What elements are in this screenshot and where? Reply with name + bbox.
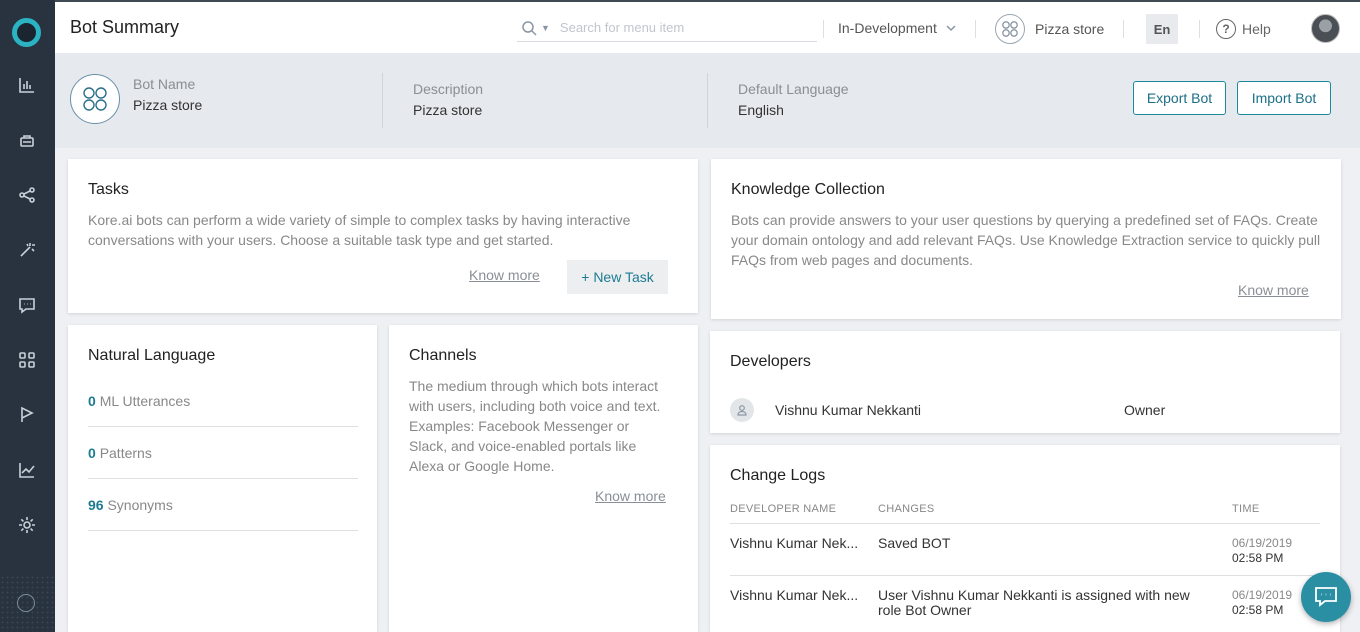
default-language-field: Default Language English xyxy=(738,81,849,118)
stat-label: ML Utterances xyxy=(99,393,191,409)
analytics-icon[interactable] xyxy=(16,459,38,481)
channels-know-more-link[interactable]: Know more xyxy=(595,488,666,504)
knowledge-know-more-link[interactable]: Know more xyxy=(1238,282,1309,298)
apps-grid-icon[interactable] xyxy=(16,349,38,371)
left-navigation xyxy=(0,0,55,632)
caret-down-icon[interactable]: ▼ xyxy=(541,23,550,33)
bot-avatar-icon xyxy=(70,74,120,124)
divider xyxy=(382,73,383,128)
stat-count: 0 xyxy=(88,393,96,409)
bot-selector[interactable]: Pizza store xyxy=(995,14,1104,44)
summary-chart-icon[interactable] xyxy=(16,74,38,96)
default-language-value: English xyxy=(738,102,784,118)
divider xyxy=(975,20,976,38)
log-change: Saved BOT xyxy=(878,535,951,551)
page-title: Bot Summary xyxy=(70,17,180,37)
column-header-changes: CHANGES xyxy=(878,503,935,515)
bot-icon xyxy=(995,14,1025,44)
divider xyxy=(707,73,708,128)
bot-name-value: Pizza store xyxy=(133,97,203,113)
bot-selector-name: Pizza store xyxy=(1035,21,1105,37)
stat-count: 0 xyxy=(88,445,96,461)
log-time: 06/19/2019 02:58 PM xyxy=(1232,588,1292,618)
search-icon xyxy=(522,20,537,36)
developer-row: Vishnu Kumar Nekkanti Owner xyxy=(730,395,1320,425)
bot-name-label: Bot Name xyxy=(133,76,196,92)
divider xyxy=(823,20,824,38)
help-icon: ? xyxy=(1216,19,1236,39)
divider xyxy=(1123,20,1124,38)
stat-label: Patterns xyxy=(99,445,152,461)
log-developer: Vishnu Kumar Nek... xyxy=(730,535,859,551)
knowledge-collection-card: Knowledge Collection Bots can provide an… xyxy=(711,159,1341,319)
chat-bubble-icon xyxy=(1315,587,1337,607)
channels-description: The medium through which bots interact w… xyxy=(409,378,661,474)
stat-synonyms[interactable]: 96 Synonyms xyxy=(88,479,358,531)
bot-builder-icon[interactable] xyxy=(16,129,38,151)
magic-wand-icon[interactable] xyxy=(16,239,38,261)
log-developer: Vishnu Kumar Nek... xyxy=(730,587,859,603)
developers-card: Developers Vishnu Kumar Nekkanti Owner xyxy=(710,331,1340,433)
change-logs-title: Change Logs xyxy=(730,467,826,484)
flag-icon[interactable] xyxy=(16,404,38,426)
stat-ml-utterances[interactable]: 0 ML Utterances xyxy=(88,375,358,427)
channels-card: Channels The medium through which bots i… xyxy=(389,325,698,632)
tasks-know-more-link[interactable]: Know more xyxy=(469,267,540,283)
search-input[interactable] xyxy=(559,20,800,35)
stat-label: Synonyms xyxy=(107,497,173,513)
kore-logo-icon[interactable] xyxy=(12,18,41,47)
help-link[interactable]: ? Help xyxy=(1216,19,1271,39)
table-divider xyxy=(730,575,1320,576)
chat-support-button[interactable] xyxy=(1301,572,1351,622)
log-date: 06/19/2019 xyxy=(1232,536,1293,550)
description-field: Description Pizza store xyxy=(413,81,483,118)
knowledge-description: Bots can provide answers to your user qu… xyxy=(731,212,1321,268)
natural-language-title: Natural Language xyxy=(88,347,216,364)
column-header-time: TIME xyxy=(1232,503,1260,515)
natural-language-card: Natural Language 0 ML Utterances 0 Patte… xyxy=(68,325,377,632)
chevron-down-icon xyxy=(946,25,956,32)
stat-count: 96 xyxy=(88,497,104,513)
language-toggle[interactable]: En xyxy=(1146,14,1178,44)
chat-icon[interactable] xyxy=(16,294,38,316)
log-clock: 02:58 PM xyxy=(1232,551,1284,565)
tasks-card: Tasks Kore.ai bots can perform a wide va… xyxy=(68,159,698,313)
log-clock: 02:58 PM xyxy=(1232,603,1284,617)
bot-name-field: Bot Name Pizza store xyxy=(133,76,202,113)
default-language-label: Default Language xyxy=(738,81,849,97)
table-divider xyxy=(730,523,1320,524)
help-label: Help xyxy=(1242,21,1271,37)
user-icon xyxy=(730,398,754,422)
tasks-title: Tasks xyxy=(88,181,129,198)
top-bar: Bot Summary ▼ In-Development Pizza store… xyxy=(55,0,1360,53)
menu-search[interactable]: ▼ xyxy=(517,14,817,42)
log-time: 06/19/2019 02:58 PM xyxy=(1232,536,1292,566)
tasks-description: Kore.ai bots can perform a wide variety … xyxy=(88,212,631,248)
export-bot-button[interactable]: Export Bot xyxy=(1133,81,1226,115)
knowledge-title: Knowledge Collection xyxy=(731,181,885,198)
environment-dropdown[interactable]: In-Development xyxy=(838,20,957,36)
description-label: Description xyxy=(413,81,484,97)
description-value: Pizza store xyxy=(413,102,483,118)
flows-icon[interactable] xyxy=(16,184,38,206)
settings-gear-icon[interactable] xyxy=(16,514,38,536)
user-avatar[interactable] xyxy=(1311,14,1340,43)
environment-label: In-Development xyxy=(838,20,937,36)
log-date: 06/19/2019 xyxy=(1232,588,1293,602)
column-header-developer: DEVELOPER NAME xyxy=(730,503,837,515)
new-task-button[interactable]: + New Task xyxy=(567,260,668,294)
bot-info-band: Bot Name Pizza store Description Pizza s… xyxy=(55,53,1360,148)
log-change: User Vishnu Kumar Nekkanti is assigned w… xyxy=(878,587,1190,618)
divider xyxy=(1199,20,1200,38)
developers-title: Developers xyxy=(730,353,811,370)
developer-role: Owner xyxy=(1124,402,1166,418)
import-bot-button[interactable]: Import Bot xyxy=(1237,81,1331,115)
developer-name: Vishnu Kumar Nekkanti xyxy=(775,402,922,418)
stat-patterns[interactable]: 0 Patterns xyxy=(88,427,358,479)
change-logs-card: Change Logs DEVELOPER NAME CHANGES TIME … xyxy=(710,445,1340,632)
ring-icon[interactable] xyxy=(17,594,35,612)
channels-title: Channels xyxy=(409,347,477,364)
